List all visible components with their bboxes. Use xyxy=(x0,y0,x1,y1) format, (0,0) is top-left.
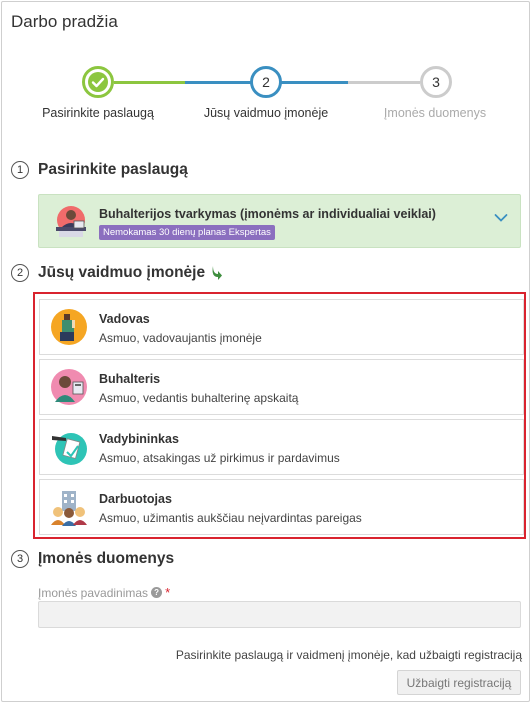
step-3-circle[interactable]: 3 xyxy=(420,66,452,98)
stepper-line-pending xyxy=(348,81,420,84)
help-icon[interactable]: ? xyxy=(151,587,163,598)
required-mark: * xyxy=(165,585,171,600)
section-3-heading: 3 Įmonės duomenys xyxy=(11,550,174,568)
sales-manager-icon xyxy=(52,433,87,465)
role-option-vadovas[interactable]: Vadovas Asmuo, vadovaujantis įmonėje xyxy=(39,299,524,355)
role-option-darbuotojas[interactable]: Darbuotojas Asmuo, užimantis aukščiau ne… xyxy=(39,479,524,535)
employee-icon xyxy=(51,491,87,526)
section-2-title: Jūsų vaidmuo įmonėje xyxy=(38,264,206,281)
company-name-label: Įmonės pavadinimas ? * xyxy=(38,585,170,600)
step-1-circle[interactable] xyxy=(82,66,114,98)
company-name-input[interactable] xyxy=(38,601,521,628)
chevron-down-icon[interactable] xyxy=(494,213,508,223)
service-title: Buhalterijos tvarkymas (įmonėms ar indiv… xyxy=(99,207,436,221)
role-description: Asmuo, atsakingas už pirkimus ir pardavi… xyxy=(99,451,340,465)
step-3-label: Įmonės duomenys xyxy=(383,106,487,120)
step-2-label: Jūsų vaidmuo įmonėje xyxy=(203,106,329,120)
accountant-icon xyxy=(51,369,87,405)
completion-hint: Pasirinkite paslaugą ir vaidmenį įmonėje… xyxy=(175,648,522,662)
role-option-buhalteris[interactable]: Buhalteris Asmuo, vedantis buhalterinę a… xyxy=(39,359,524,415)
role-name: Vadybininkas xyxy=(99,432,179,446)
service-plan-badge: Nemokamas 30 dienų planas Ekspertas xyxy=(99,225,275,240)
section-3-title: Įmonės duomenys xyxy=(38,550,175,567)
check-icon xyxy=(88,72,108,92)
role-description: Asmuo, užimantis aukščiau neįvardintas p… xyxy=(99,511,362,525)
manager-icon xyxy=(51,309,87,345)
role-description: Asmuo, vedantis buhalterinę apskaitą xyxy=(99,391,299,405)
stepper-line-active-left xyxy=(185,81,256,84)
section-1-heading: 1 Pasirinkite paslaugą xyxy=(11,161,188,179)
complete-registration-button[interactable]: Užbaigti registraciją xyxy=(397,670,521,695)
accountant-desk-icon xyxy=(56,206,86,237)
role-option-vadybininkas[interactable]: Vadybininkas Asmuo, atsakingas už pirkim… xyxy=(39,419,524,475)
role-name: Vadovas xyxy=(99,312,150,326)
stepper: 2 3 Pasirinkite paslaugą Jūsų vaidmuo įm… xyxy=(0,62,531,122)
step-1-label: Pasirinkite paslaugą xyxy=(42,106,154,120)
company-name-label-text: Įmonės pavadinimas xyxy=(38,585,149,600)
section-1-number: 1 xyxy=(11,161,29,179)
role-name: Buhalteris xyxy=(99,372,161,386)
section-1-title: Pasirinkite paslaugą xyxy=(38,161,188,178)
section-2-number: 2 xyxy=(11,264,29,282)
arrow-down-icon xyxy=(212,266,223,280)
section-2-heading: 2 Jūsų vaidmuo įmonėje xyxy=(11,264,224,282)
page-title: Darbo pradžia xyxy=(11,12,118,31)
role-description: Asmuo, vadovaujantis įmonėje xyxy=(99,331,262,345)
section-3-number: 3 xyxy=(11,550,29,568)
role-list: Vadovas Asmuo, vadovaujantis įmonėje Buh… xyxy=(33,292,526,539)
role-name: Darbuotojas xyxy=(99,492,172,506)
step-2-circle[interactable]: 2 xyxy=(250,66,282,98)
service-selector[interactable]: Buhalterijos tvarkymas (įmonėms ar indiv… xyxy=(38,194,521,248)
